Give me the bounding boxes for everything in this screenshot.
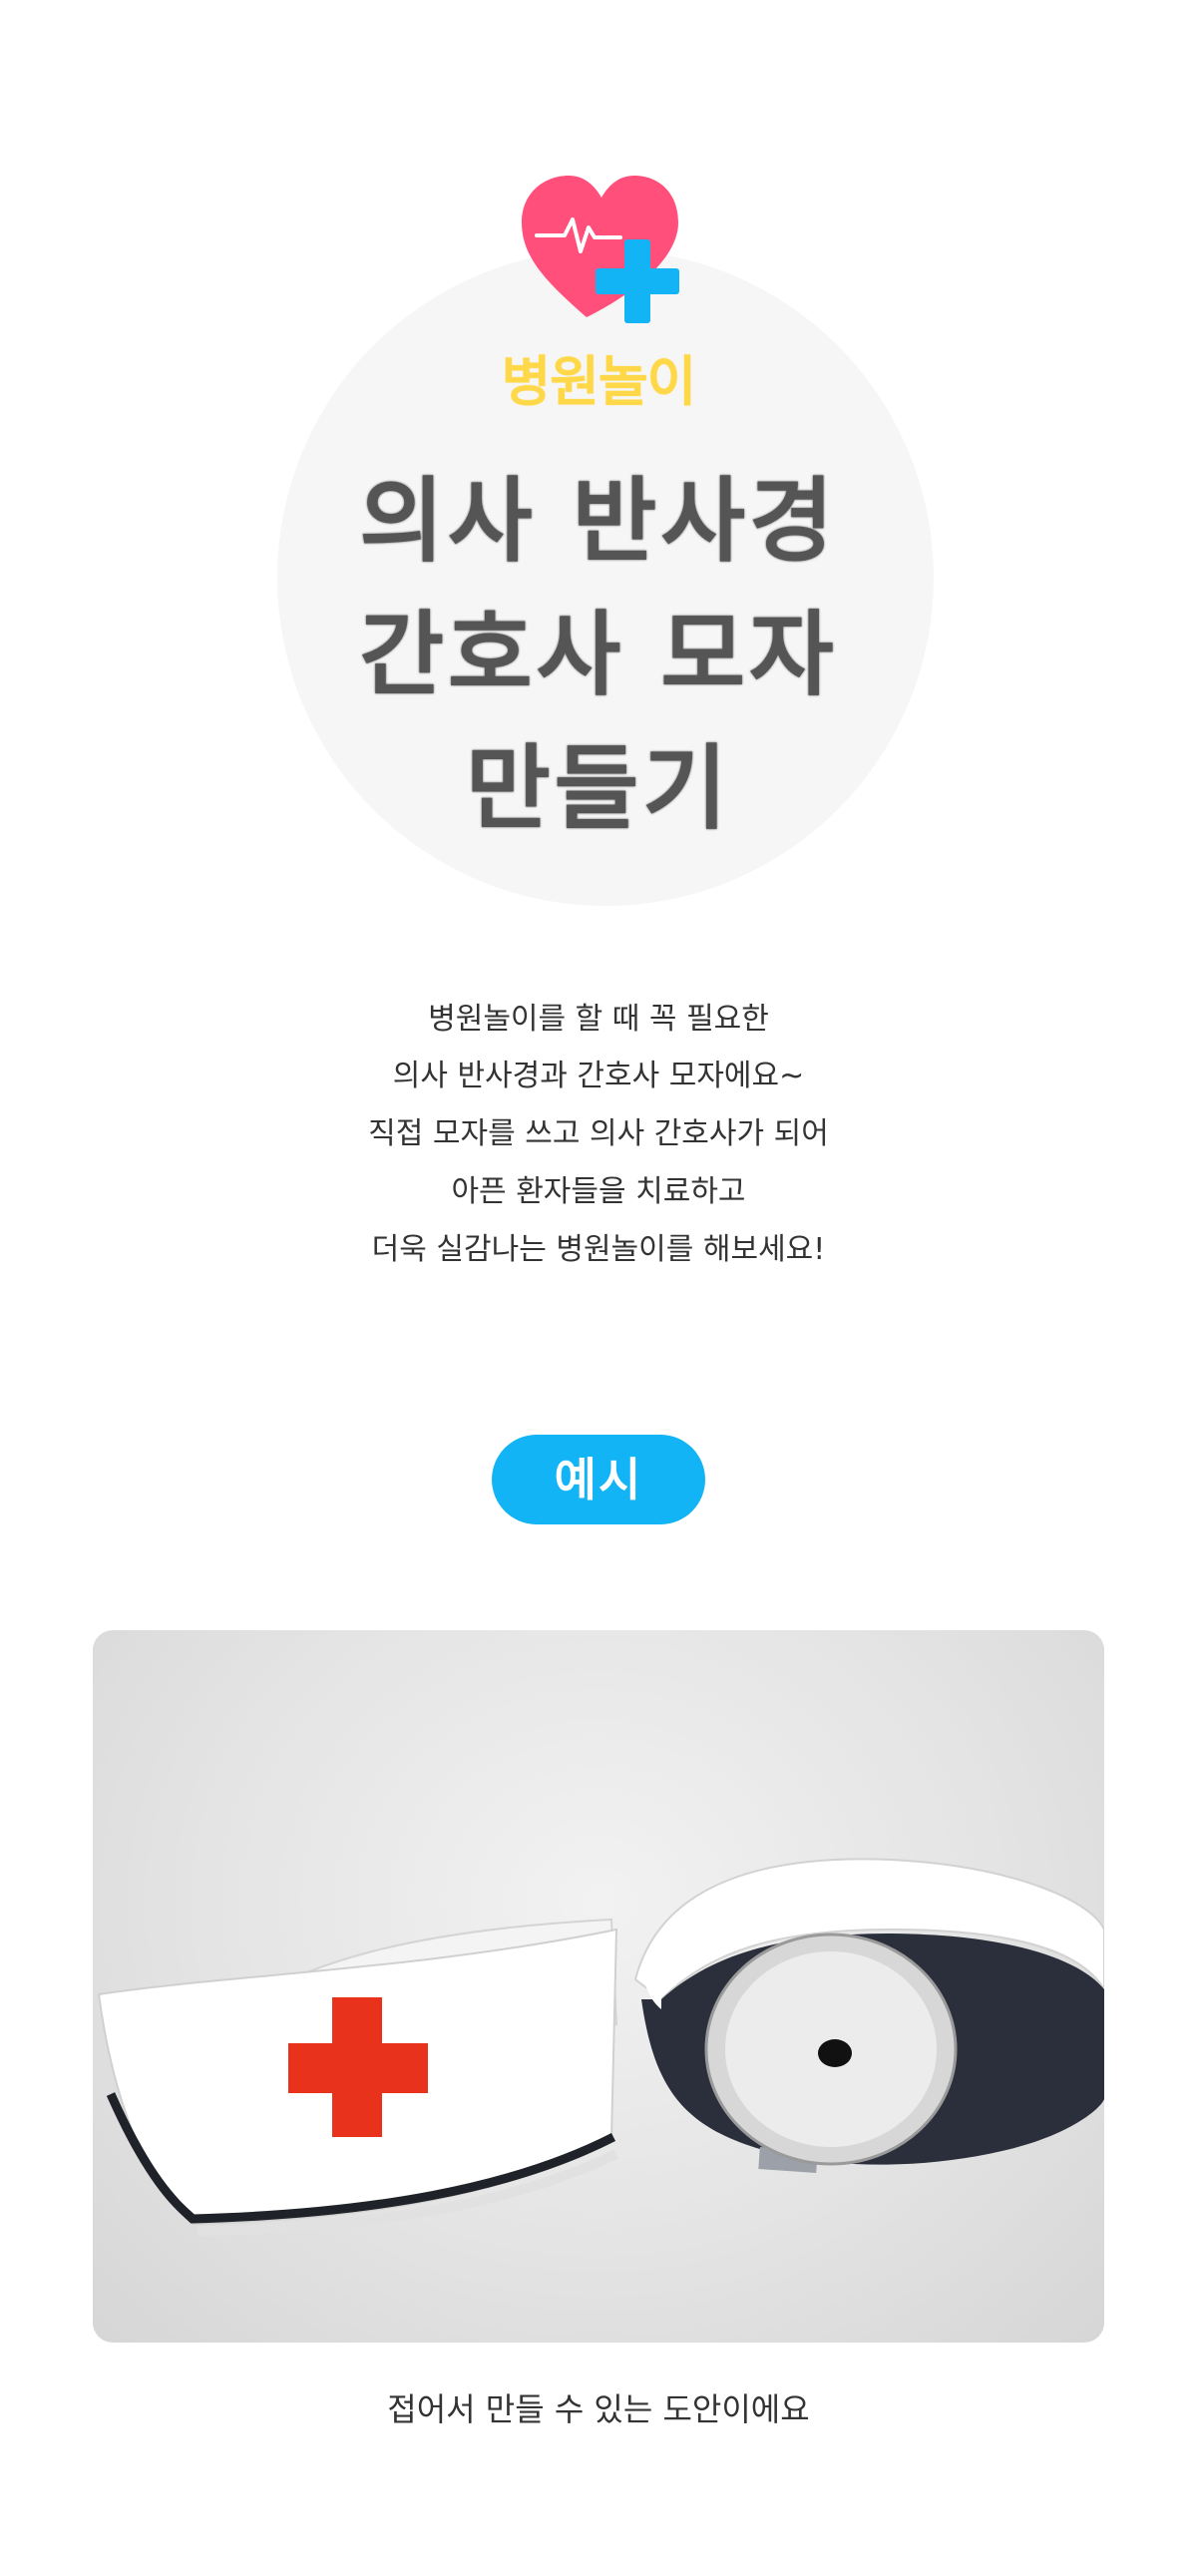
page-title-line-2: 간호사 모자 xyxy=(359,602,838,708)
description-line: 아픈 환자들을 치료하고 xyxy=(451,1174,746,1209)
nurse-hat-image xyxy=(97,1918,619,2236)
category-label: 병원놀이 xyxy=(501,350,697,413)
heart-icon xyxy=(522,176,678,317)
description-line: 병원놀이를 할 때 꼭 필요한 xyxy=(428,1002,769,1037)
page-title-line-3: 만들기 xyxy=(466,735,731,842)
heart-pulse-plus-icon xyxy=(522,176,679,323)
photo-caption: 접어서 만들 수 있는 도안이에요 xyxy=(387,2390,810,2428)
page-title-line-1: 의사 반사경 xyxy=(359,468,838,575)
head-mirror-image xyxy=(633,1858,1104,2173)
nurse-hat-and-head-mirror-photo xyxy=(93,1630,1104,2343)
description-line: 의사 반사경과 간호사 모자에요~ xyxy=(392,1059,805,1093)
description-line: 더욱 실감나는 병원놀이를 해보세요! xyxy=(371,1232,826,1267)
description-line: 직접 모자를 쓰고 의사 간호사가 되어 xyxy=(368,1116,829,1151)
example-badge: 예시 xyxy=(492,1435,705,1524)
